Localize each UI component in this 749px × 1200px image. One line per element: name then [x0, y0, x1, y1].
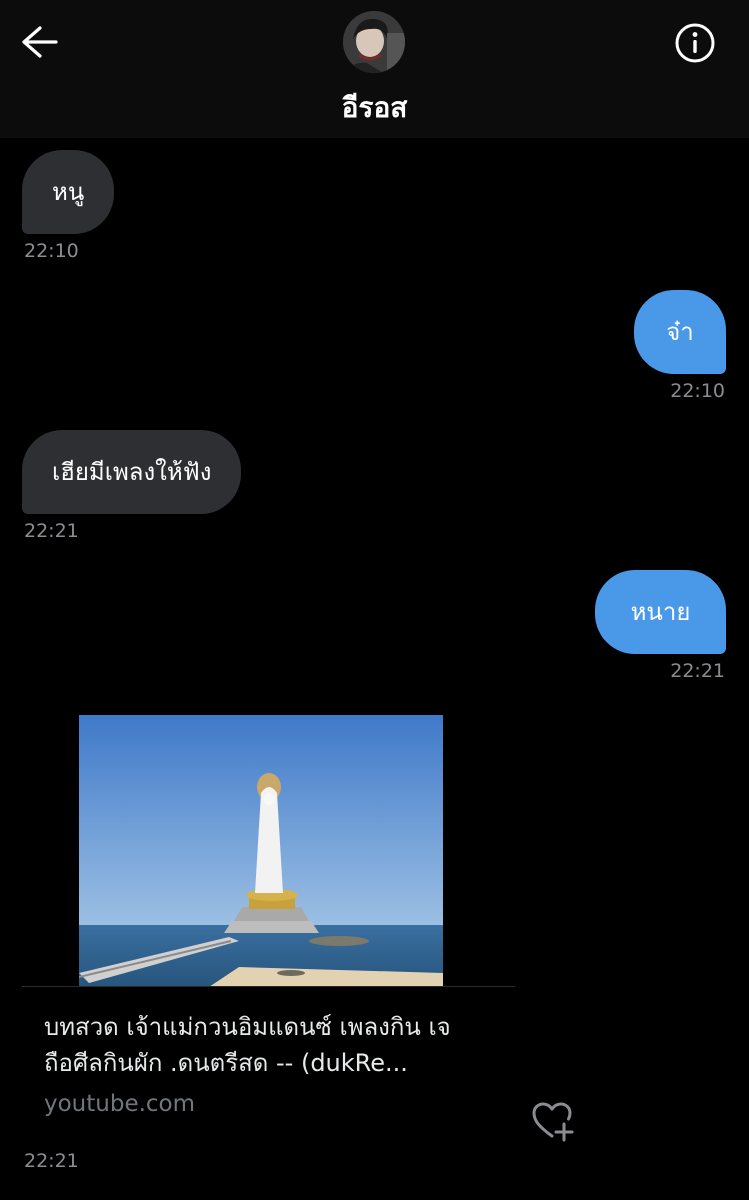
guanyin-statue-image: [79, 715, 443, 987]
link-title[interactable]: บทสวด เจ้าแม่กวนอิมแดนซ์ เพลงกิน เจถือศี…: [44, 1009, 504, 1081]
link-preview-card[interactable]: บทสวด เจ้าแม่กวนอิมแดนซ์ เพลงกิน เจถือศี…: [22, 713, 515, 1150]
card-divider: [22, 986, 515, 987]
message-text: จ๋า: [666, 318, 694, 346]
heart-plus-icon: [532, 1102, 574, 1142]
message-text: หนาย: [630, 598, 691, 626]
message-text: หนู: [52, 178, 85, 206]
message-bubble-outgoing[interactable]: หนาย: [595, 570, 726, 654]
message-bubble-outgoing[interactable]: จ๋า: [634, 290, 726, 374]
avatar[interactable]: [343, 11, 405, 73]
message-timestamp: 22:10: [670, 380, 725, 402]
back-button[interactable]: [18, 22, 62, 62]
message-timestamp: 22:10: [24, 240, 79, 262]
info-button[interactable]: [672, 20, 718, 66]
conversation-title: อีรอส: [341, 91, 408, 124]
conversation-header: อีรอส: [0, 0, 749, 138]
info-circle-icon: [675, 23, 715, 63]
message-text: เฮียมีเพลงให้ฟัง: [52, 458, 212, 486]
avatar-photo: [343, 11, 405, 73]
message-bubble-incoming[interactable]: หนู: [22, 150, 115, 234]
arrow-left-icon: [22, 26, 58, 58]
message-bubble-incoming[interactable]: เฮียมีเพลงให้ฟัง: [22, 430, 242, 514]
link-thumbnail[interactable]: [79, 715, 443, 987]
message-timestamp: 22:21: [24, 1150, 79, 1172]
message-timestamp: 22:21: [670, 660, 725, 682]
react-button[interactable]: [530, 1100, 578, 1144]
link-domain: youtube.com: [44, 1091, 196, 1117]
message-timestamp: 22:21: [24, 520, 79, 542]
